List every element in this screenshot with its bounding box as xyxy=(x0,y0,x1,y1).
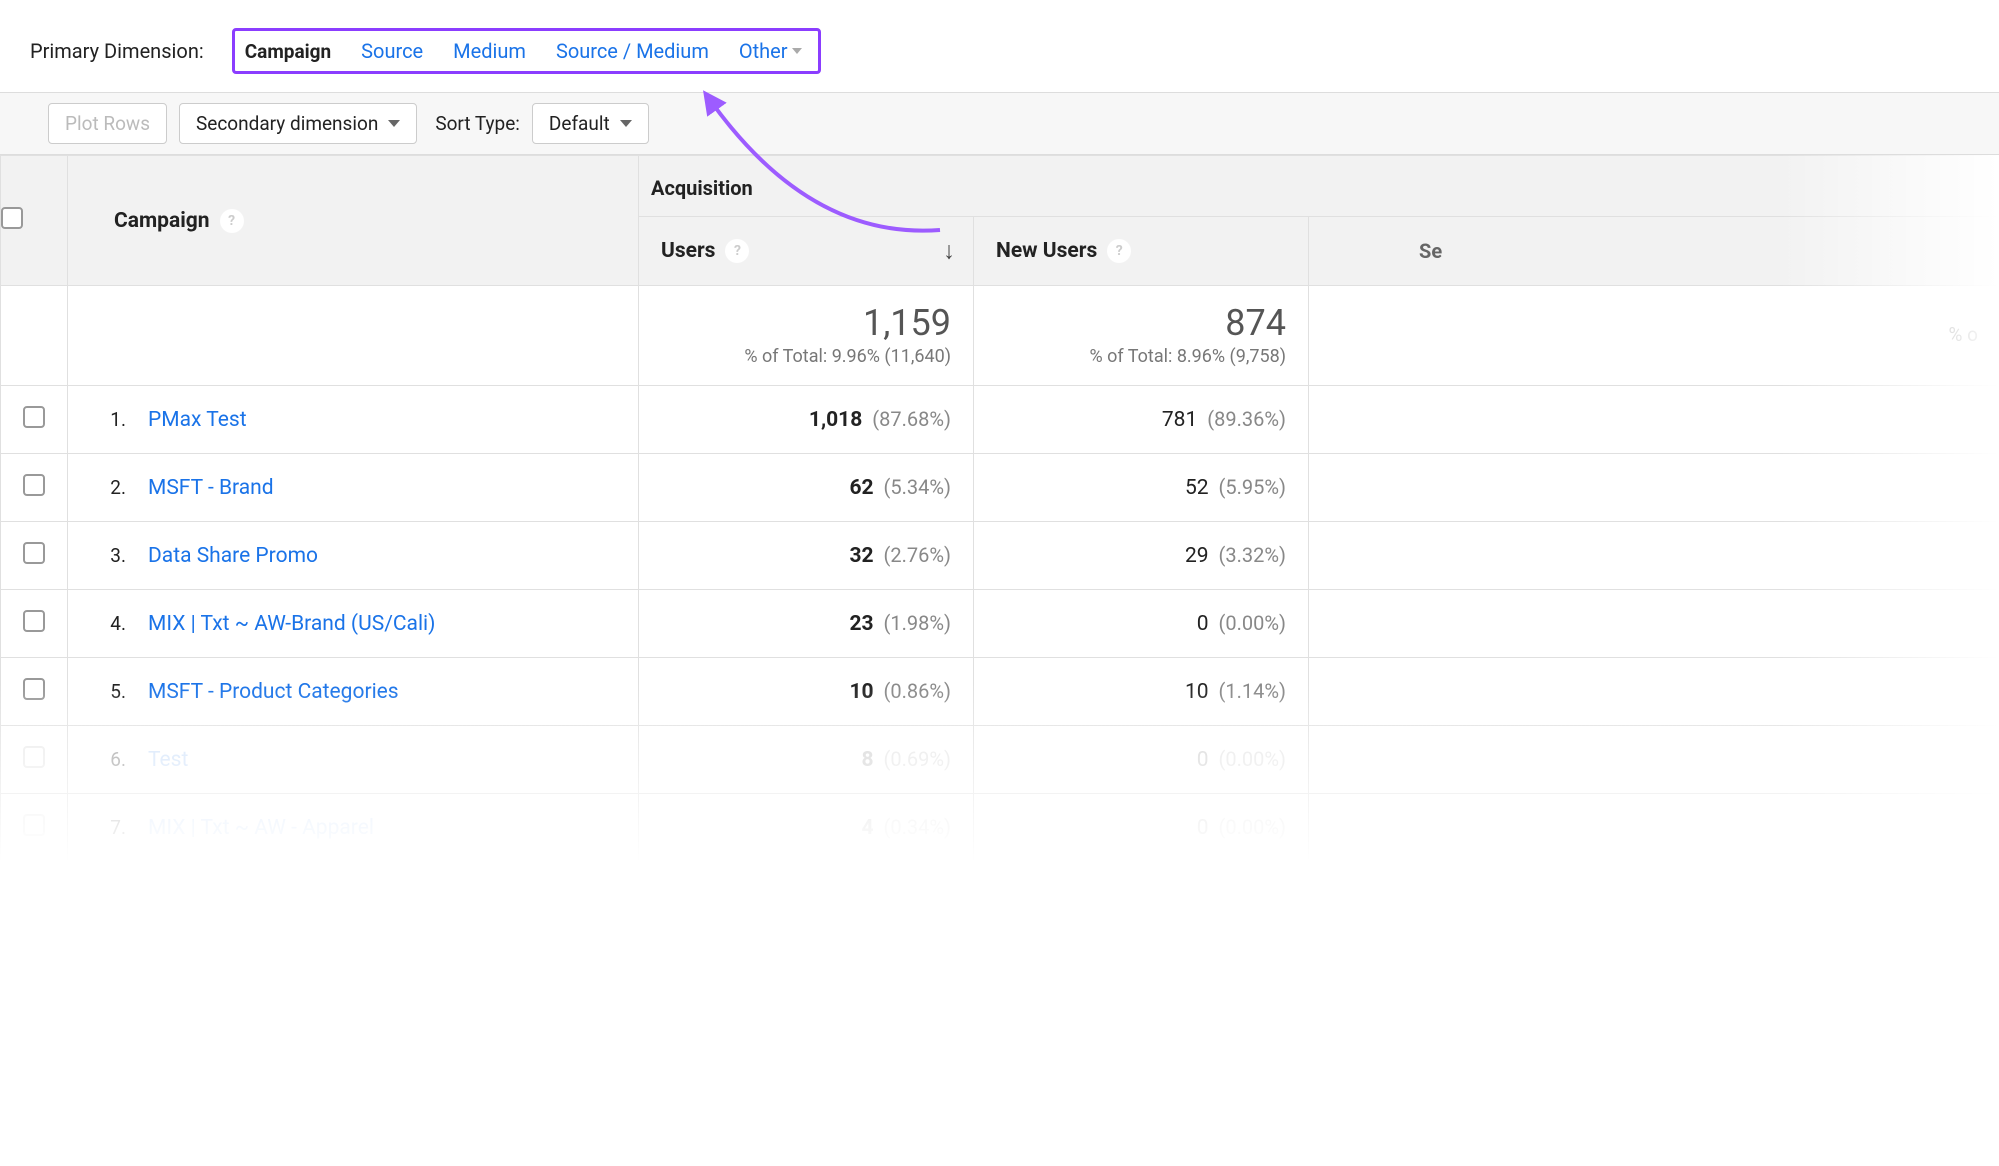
new-users-header[interactable]: New Users? xyxy=(974,217,1309,286)
row-number: 1. xyxy=(90,408,130,431)
tab-campaign[interactable]: Campaign xyxy=(245,40,331,63)
campaign-link[interactable]: Data Share Promo xyxy=(148,544,318,568)
caret-down-icon xyxy=(620,120,632,127)
tab-source[interactable]: Source xyxy=(361,39,423,63)
dimension-tabs-highlight: Campaign Source Medium Source / Medium O… xyxy=(232,28,821,74)
primary-dimension-label: Primary Dimension: xyxy=(30,39,204,63)
new-users-summary: 874 % of Total: 8.96% (9,758) xyxy=(974,286,1309,386)
row-number: 5. xyxy=(90,680,130,703)
campaign-header[interactable]: Campaign? xyxy=(68,156,639,286)
users-cell: 4(0.34%) xyxy=(639,794,974,862)
table-row: 4. MIX | Txt ~ AW-Brand (US/Cali) 23(1.98%… xyxy=(1,590,1999,658)
primary-dimension-row: Primary Dimension: Campaign Source Mediu… xyxy=(0,0,1999,92)
row-checkbox[interactable] xyxy=(23,814,45,836)
sort-type-dropdown[interactable]: Default xyxy=(532,103,649,144)
sort-desc-icon: ↓ xyxy=(943,237,955,266)
table-row: 5. MSFT - Product Categories 10(0.86%)10(1… xyxy=(1,658,1999,726)
table-row: 7. MIX | Txt ~ AW - Apparel 4(0.34%)0(0.00… xyxy=(1,794,1999,862)
users-cell: 62(5.34%) xyxy=(639,454,974,522)
report-table: Campaign? Acquisition Users? ↓ New Users… xyxy=(0,155,1999,862)
row-checkbox[interactable] xyxy=(23,678,45,700)
new-users-cell: 0(0.00%) xyxy=(974,590,1309,658)
row-number: 2. xyxy=(90,476,130,499)
caret-down-icon xyxy=(388,120,400,127)
users-cell: 8(0.69%) xyxy=(639,726,974,794)
acquisition-header: Acquisition xyxy=(639,156,1999,217)
row-number: 4. xyxy=(90,612,130,635)
summary-row: 1,159 % of Total: 9.96% (11,640) 874 % o… xyxy=(1,286,1999,386)
new-users-cell: 52(5.95%) xyxy=(974,454,1309,522)
secondary-dimension-dropdown[interactable]: Secondary dimension xyxy=(179,103,417,144)
row-number: 6. xyxy=(90,748,130,771)
new-users-cell: 0(0.00%) xyxy=(974,726,1309,794)
campaign-link[interactable]: PMax Test xyxy=(148,408,247,432)
row-checkbox[interactable] xyxy=(23,474,45,496)
select-all-checkbox[interactable] xyxy=(1,207,23,229)
row-number: 7. xyxy=(90,816,130,839)
caret-down-icon xyxy=(792,48,802,54)
new-users-cell: 781(89.36%) xyxy=(974,386,1309,454)
campaign-link[interactable]: MSFT - Brand xyxy=(148,476,274,500)
row-number: 3. xyxy=(90,544,130,567)
help-icon[interactable]: ? xyxy=(1107,239,1131,263)
users-cell: 1,018(87.68%) xyxy=(639,386,974,454)
tab-medium[interactable]: Medium xyxy=(453,39,526,63)
tab-other[interactable]: Other xyxy=(739,39,802,63)
users-summary: 1,159 % of Total: 9.96% (11,640) xyxy=(639,286,974,386)
campaign-link[interactable]: MIX | Txt ~ AW - Apparel xyxy=(148,816,374,840)
select-all-cell xyxy=(1,156,68,286)
row-checkbox[interactable] xyxy=(23,406,45,428)
campaign-link[interactable]: Test xyxy=(148,748,188,772)
help-icon[interactable]: ? xyxy=(725,239,749,263)
table-row: 1. PMax Test 1,018(87.68%)781(89.36%) xyxy=(1,386,1999,454)
row-checkbox[interactable] xyxy=(23,746,45,768)
users-cell: 23(1.98%) xyxy=(639,590,974,658)
row-checkbox[interactable] xyxy=(23,542,45,564)
plot-rows-button[interactable]: Plot Rows xyxy=(48,103,167,144)
users-header[interactable]: Users? ↓ xyxy=(639,217,974,286)
sort-type-label: Sort Type: xyxy=(435,112,520,135)
help-icon[interactable]: ? xyxy=(220,209,244,233)
users-cell: 10(0.86%) xyxy=(639,658,974,726)
tab-source-medium[interactable]: Source / Medium xyxy=(556,39,709,63)
campaign-link[interactable]: MIX | Txt ~ AW-Brand (US/Cali) xyxy=(148,612,435,636)
new-users-cell: 29(3.32%) xyxy=(974,522,1309,590)
table-row: 3. Data Share Promo 32(2.76%)29(3.32%) xyxy=(1,522,1999,590)
users-cell: 32(2.76%) xyxy=(639,522,974,590)
table-row: 6. Test 8(0.69%)0(0.00%) xyxy=(1,726,1999,794)
row-checkbox[interactable] xyxy=(23,610,45,632)
new-users-cell: 0(0.00%) xyxy=(974,794,1309,862)
sessions-header-partial[interactable]: Se xyxy=(1309,217,1999,286)
table-row: 2. MSFT - Brand 62(5.34%)52(5.95%) xyxy=(1,454,1999,522)
toolbar: Plot Rows Secondary dimension Sort Type:… xyxy=(0,92,1999,155)
sessions-summary-partial: % o xyxy=(1309,286,1999,386)
campaign-link[interactable]: MSFT - Product Categories xyxy=(148,680,399,704)
new-users-cell: 10(1.14%) xyxy=(974,658,1309,726)
